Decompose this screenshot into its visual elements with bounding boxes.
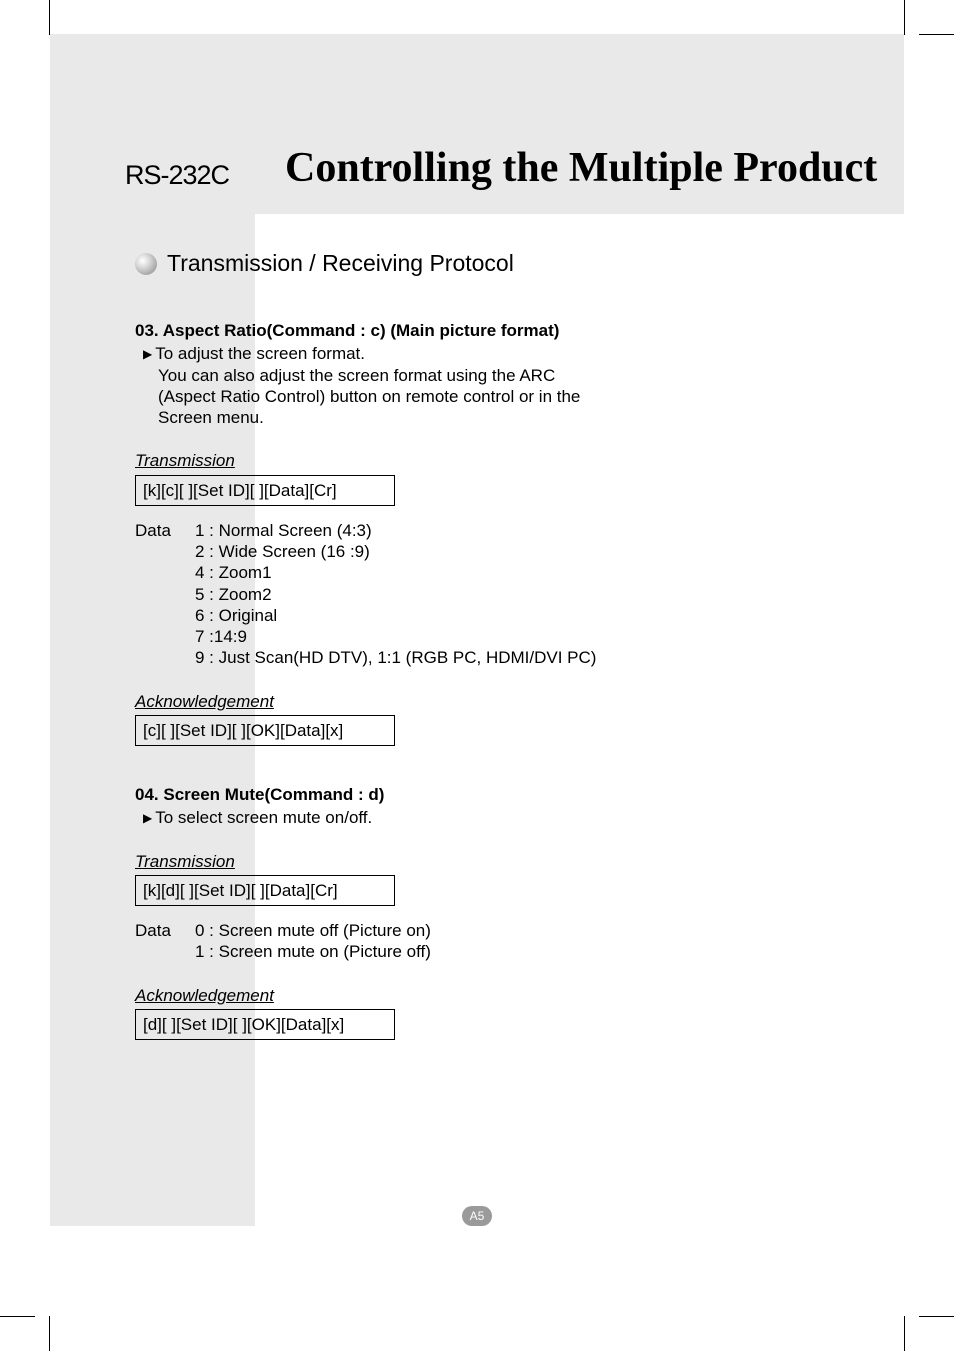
- cmd03-ack-code: [c][ ][Set ID][ ][OK][Data][x]: [135, 715, 395, 746]
- cmd03-title: 03. Aspect Ratio(Command : c) (Main pict…: [135, 320, 835, 341]
- cmd04-bullet-text: To select screen mute on/off.: [155, 807, 372, 828]
- play-icon: ▶: [143, 347, 152, 362]
- page-number: A5: [462, 1206, 492, 1226]
- cmd04-transmission-code: [k][d][ ][Set ID][ ][Data][Cr]: [135, 875, 395, 906]
- cmd03-transmission-label: Transmission: [135, 450, 835, 471]
- page-title: Controlling the Multiple Product: [285, 144, 877, 192]
- cmd03-bullet-text: To adjust the screen format.: [155, 343, 365, 364]
- data-value: 6 : Original: [195, 605, 835, 626]
- crop-mark: [0, 1316, 35, 1317]
- play-icon: ▶: [143, 811, 152, 826]
- data-value: 1 : Normal Screen (4:3): [195, 520, 372, 541]
- data-value: 7 :14:9: [195, 626, 835, 647]
- crop-mark: [919, 34, 954, 35]
- crop-mark: [904, 0, 905, 35]
- cmd03-bullet-row: ▶ To adjust the screen format.: [143, 343, 835, 364]
- data-value: 5 : Zoom2: [195, 584, 835, 605]
- data-value: 9 : Just Scan(HD DTV), 1:1 (RGB PC, HDMI…: [195, 647, 835, 668]
- cmd04-ack-label: Acknowledgement: [135, 985, 835, 1006]
- crop-mark: [49, 1316, 50, 1351]
- crop-mark: [904, 1316, 905, 1351]
- section-heading-row: Transmission / Receiving Protocol: [135, 250, 514, 277]
- crop-mark: [919, 1316, 954, 1317]
- header-label: RS-232C: [125, 160, 229, 191]
- cmd03-data-list: Data 1 : Normal Screen (4:3) 2 : Wide Sc…: [135, 520, 835, 669]
- data-prefix: Data: [135, 520, 195, 541]
- data-value: 2 : Wide Screen (16 :9): [195, 541, 835, 562]
- cmd03-transmission-code: [k][c][ ][Set ID][ ][Data][Cr]: [135, 475, 395, 506]
- cmd04-section: 04. Screen Mute(Command : d) ▶ To select…: [135, 784, 835, 1040]
- cmd03-ack-label: Acknowledgement: [135, 691, 835, 712]
- section-heading: Transmission / Receiving Protocol: [167, 250, 514, 277]
- cmd03-desc2: (Aspect Ratio Control) button on remote …: [158, 386, 835, 407]
- cmd04-ack-code: [d][ ][Set ID][ ][OK][Data][x]: [135, 1009, 395, 1040]
- cmd04-bullet-row: ▶ To select screen mute on/off.: [143, 807, 835, 828]
- cmd03-desc3: Screen menu.: [158, 407, 835, 428]
- cmd03-desc1: You can also adjust the screen format us…: [158, 365, 835, 386]
- crop-mark: [49, 0, 50, 35]
- data-value: 4 : Zoom1: [195, 562, 835, 583]
- content-area: 03. Aspect Ratio(Command : c) (Main pict…: [135, 312, 835, 1054]
- data-prefix: Data: [135, 920, 195, 941]
- cmd04-title: 04. Screen Mute(Command : d): [135, 784, 835, 805]
- sphere-bullet-icon: [135, 253, 157, 275]
- data-value: 0 : Screen mute off (Picture on): [195, 920, 431, 941]
- cmd04-data-list: Data 0 : Screen mute off (Picture on) 1 …: [135, 920, 835, 963]
- cmd04-transmission-label: Transmission: [135, 851, 835, 872]
- data-value: 1 : Screen mute on (Picture off): [195, 941, 835, 962]
